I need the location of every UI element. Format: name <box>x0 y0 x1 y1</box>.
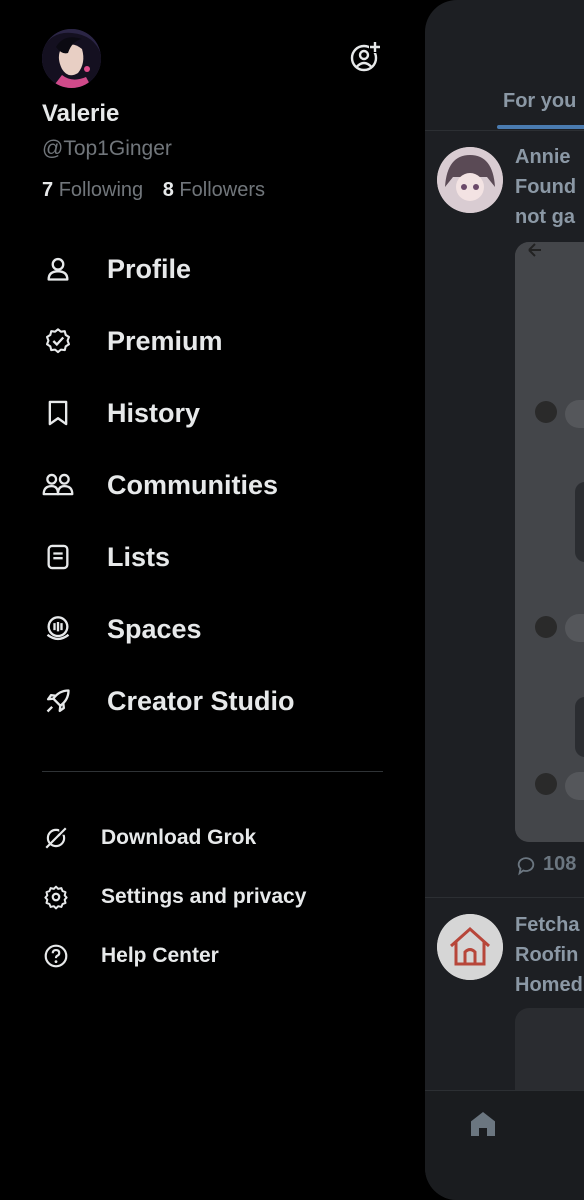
post-author[interactable]: Fetcha <box>515 910 579 940</box>
menu-item-label: Download Grok <box>101 826 257 849</box>
profile-handle: @Top1Ginger <box>42 137 172 160</box>
menu-item-spaces[interactable]: Spaces <box>40 604 202 654</box>
bookmark-icon <box>40 395 76 431</box>
menu-item-help-center[interactable]: Help Center <box>40 936 219 976</box>
help-icon <box>40 940 72 972</box>
reply-count: 108 <box>543 853 577 875</box>
follow-stats: 7 Following 8 Followers <box>42 179 279 202</box>
menu-item-creator-studio[interactable]: Creator Studio <box>40 676 295 726</box>
menu-item-label: Communities <box>107 469 279 500</box>
menu-item-label: Help Center <box>101 944 219 967</box>
post-media[interactable] <box>515 242 584 842</box>
background-feed: For you Annie Found not ga 108 Fetcha Ro… <box>425 0 584 1200</box>
rocket-icon <box>40 683 76 719</box>
person-icon <box>40 251 76 287</box>
tab-indicator <box>497 125 584 129</box>
post-text-line: Homed <box>515 974 583 996</box>
post-media[interactable] <box>515 1008 584 1098</box>
post-text-line: Found <box>515 176 577 198</box>
reply-button[interactable]: 108 <box>515 853 576 876</box>
menu-item-label: Premium <box>107 325 223 356</box>
spaces-icon <box>40 611 76 647</box>
post-text-line: Roofin <box>515 944 579 966</box>
following-label: Following <box>58 179 144 201</box>
menu-item-history[interactable]: History <box>40 388 200 438</box>
reply-icon <box>517 856 535 875</box>
add-account-icon[interactable] <box>350 40 382 72</box>
verified-badge-icon <box>40 323 76 359</box>
post-author[interactable]: Annie <box>515 142 571 172</box>
menu-item-label: Creator Studio <box>107 685 295 716</box>
menu-item-settings[interactable]: Settings and privacy <box>40 877 306 917</box>
grok-icon <box>40 822 72 854</box>
menu-item-lists[interactable]: Lists <box>40 532 170 582</box>
avatar[interactable] <box>42 29 101 88</box>
followers-link[interactable]: 8 Followers <box>163 179 265 201</box>
menu-item-label: Settings and privacy <box>101 885 307 908</box>
menu-item-label: Profile <box>107 253 192 284</box>
post-text-line: not ga <box>515 206 575 228</box>
followers-count: 8 <box>162 179 174 201</box>
menu-item-label: History <box>107 397 201 428</box>
post-avatar[interactable] <box>437 914 503 980</box>
bottom-nav-bar <box>425 1090 584 1200</box>
navigation-drawer: Valerie @Top1Ginger 7 Following 8 Follow… <box>0 0 425 1200</box>
profile-name[interactable]: Valerie <box>42 100 119 128</box>
divider <box>425 130 584 131</box>
tab-for-you[interactable]: For you <box>503 90 576 113</box>
divider <box>425 897 584 898</box>
house-logo-icon <box>437 914 503 980</box>
communities-icon <box>40 467 76 503</box>
menu-divider <box>42 771 383 772</box>
menu-item-profile[interactable]: Profile <box>40 244 191 294</box>
gear-icon <box>40 881 72 913</box>
menu-item-label: Spaces <box>107 613 202 644</box>
post-avatar[interactable] <box>437 147 503 213</box>
home-icon[interactable] <box>467 1108 499 1140</box>
following-link[interactable]: 7 Following <box>42 179 143 201</box>
menu-item-download-grok[interactable]: Download Grok <box>40 818 256 858</box>
list-icon <box>40 539 76 575</box>
followers-label: Followers <box>179 179 265 201</box>
menu-item-communities[interactable]: Communities <box>40 460 278 510</box>
menu-item-premium[interactable]: Premium <box>40 316 223 366</box>
menu-item-label: Lists <box>107 541 171 572</box>
following-count: 7 <box>42 179 54 201</box>
